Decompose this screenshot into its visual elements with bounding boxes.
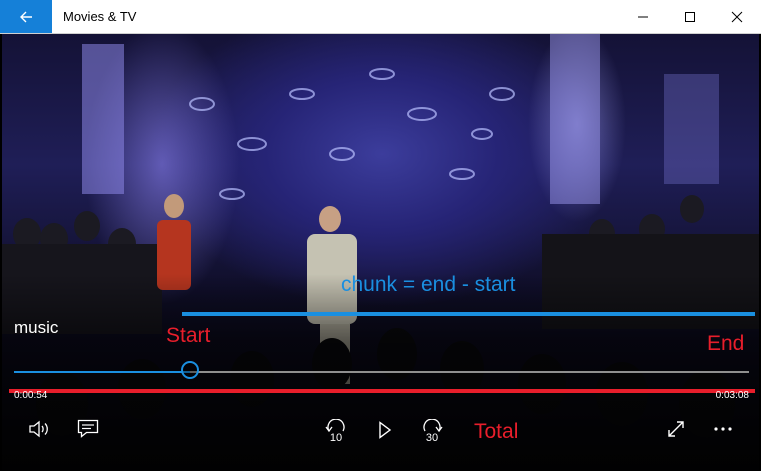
seek-thumb[interactable] [181,361,199,379]
more-options-button[interactable] [708,415,738,443]
play-icon [379,421,392,439]
start-annotation: Start [166,324,211,347]
volume-button[interactable] [24,415,54,443]
close-icon [731,11,743,22]
captions-button[interactable] [73,415,103,443]
skip-forward-button[interactable]: 30 [416,414,448,448]
skip-back-button[interactable]: 10 [320,414,352,448]
title-bar: Movies & TV [0,0,761,34]
play-button[interactable] [372,416,398,444]
close-button[interactable] [714,0,760,33]
seek-progress [14,371,190,373]
fullscreen-button[interactable] [662,415,690,443]
back-button[interactable] [0,0,52,33]
minimize-button[interactable] [620,0,666,33]
chunk-line [182,312,755,316]
video-frame[interactable]: chunk = end - start Start End Total musi… [2,34,759,470]
chunk-annotation: chunk = end - start [341,273,516,297]
total-annotation: Total [474,420,519,443]
maximize-button[interactable] [667,0,713,33]
skip-forward-30-icon [423,418,443,432]
maximize-icon [685,11,695,22]
fullscreen-icon [668,421,684,437]
end-annotation: End [707,332,745,355]
total-time: 0:03:08 [715,390,749,401]
skip-forward-label: 30 [425,431,439,444]
total-line [9,389,755,393]
chunk-annotation-text: chunk = end - start [341,273,516,296]
media-title: music [14,318,59,337]
skip-back-label: 10 [329,431,343,444]
minimize-icon [638,16,648,17]
app-title: Movies & TV [63,9,137,24]
skip-back-10-icon [325,418,345,432]
more-options-icon [714,427,732,431]
back-arrow-icon [20,11,32,22]
elapsed-time: 0:00:54 [14,390,48,401]
volume-icon [29,420,48,438]
captions-icon [77,419,99,438]
